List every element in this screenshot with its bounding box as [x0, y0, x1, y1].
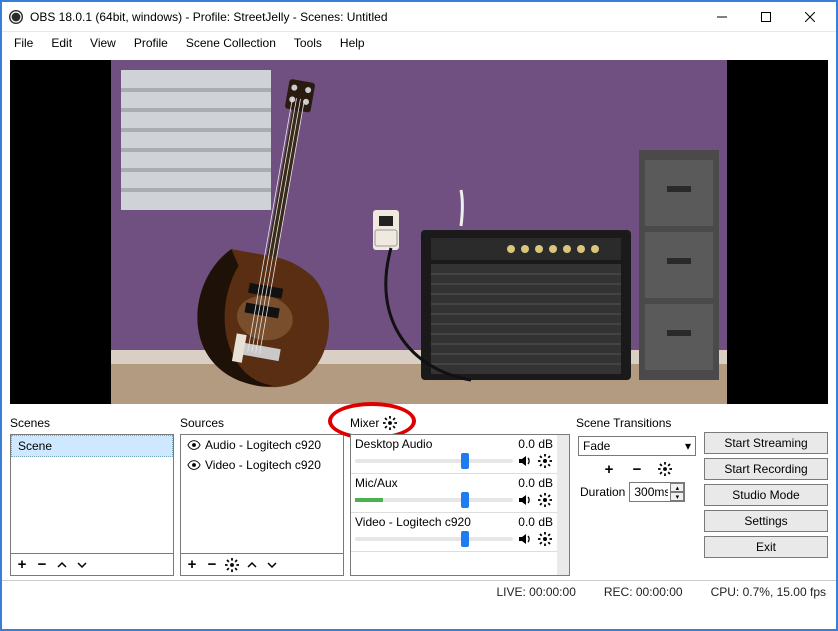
gear-icon[interactable]	[537, 531, 553, 547]
source-move-down-button[interactable]	[265, 558, 279, 572]
source-add-button[interactable]: +	[185, 558, 199, 572]
transition-select[interactable]: Fade ▾	[578, 436, 696, 456]
status-live: LIVE: 00:00:00	[496, 585, 575, 599]
transition-remove-button[interactable]: −	[630, 462, 644, 476]
mixer-panel-label: Mixer	[350, 416, 379, 430]
scene-item-label: Scene	[18, 439, 52, 453]
gear-icon[interactable]	[537, 453, 553, 469]
menubar: File Edit View Profile Scene Collection …	[2, 32, 836, 54]
scene-move-down-button[interactable]	[75, 558, 89, 572]
mixer-channel-name: Video - Logitech c920	[355, 515, 471, 529]
source-item-label: Video - Logitech c920	[205, 458, 321, 472]
source-remove-button[interactable]: −	[205, 558, 219, 572]
menu-file[interactable]: File	[6, 34, 41, 52]
mixer-scrollbar[interactable]	[557, 435, 569, 575]
mixer-channel-db: 0.0 dB	[518, 515, 553, 529]
menu-profile[interactable]: Profile	[126, 34, 176, 52]
transition-duration-label: Duration	[580, 485, 625, 499]
source-item[interactable]: Video - Logitech c920	[181, 455, 343, 475]
menu-view[interactable]: View	[82, 34, 124, 52]
gear-icon[interactable]	[537, 492, 553, 508]
eye-icon[interactable]	[187, 458, 201, 472]
start-recording-button[interactable]: Start Recording	[704, 458, 828, 480]
status-bar: LIVE: 00:00:00 REC: 00:00:00 CPU: 0.7%, …	[2, 580, 836, 602]
exit-button[interactable]: Exit	[704, 536, 828, 558]
scene-item[interactable]: Scene	[11, 435, 173, 457]
preview-area[interactable]	[10, 60, 828, 404]
duration-step-down[interactable]: ▾	[670, 492, 684, 501]
mixer-channel: Mic/Aux 0.0 dB	[351, 474, 557, 513]
source-properties-button[interactable]	[225, 558, 239, 572]
source-move-up-button[interactable]	[245, 558, 259, 572]
mixer-volume-slider[interactable]	[355, 537, 513, 541]
sources-panel-label: Sources	[180, 414, 344, 434]
speaker-icon[interactable]	[517, 531, 533, 547]
scene-add-button[interactable]: +	[15, 558, 29, 572]
mixer-list: Desktop Audio 0.0 dB Mic/Aux 0.0 dB Video …	[350, 434, 570, 576]
speaker-icon[interactable]	[517, 492, 533, 508]
transition-properties-button[interactable]	[658, 462, 672, 476]
status-cpu: CPU: 0.7%, 15.00 fps	[711, 585, 826, 599]
scenes-toolbar: + −	[11, 553, 173, 575]
duration-step-up[interactable]: ▴	[670, 483, 684, 492]
start-streaming-button[interactable]: Start Streaming	[704, 432, 828, 454]
studio-mode-button[interactable]: Studio Mode	[704, 484, 828, 506]
chevron-down-icon: ▾	[685, 439, 691, 453]
obs-app-icon	[8, 9, 24, 25]
source-item[interactable]: Audio - Logitech c920	[181, 435, 343, 455]
sources-toolbar: + −	[181, 553, 343, 575]
preview-video	[111, 60, 727, 404]
status-rec: REC: 00:00:00	[604, 585, 683, 599]
mixer-volume-slider[interactable]	[355, 459, 513, 463]
mixer-settings-button[interactable]	[383, 416, 397, 430]
settings-button[interactable]: Settings	[704, 510, 828, 532]
window-titlebar: OBS 18.0.1 (64bit, windows) - Profile: S…	[2, 2, 836, 32]
transition-selected-value: Fade	[583, 439, 610, 453]
window-minimize-button[interactable]	[700, 2, 744, 32]
window-close-button[interactable]	[788, 2, 832, 32]
menu-edit[interactable]: Edit	[43, 34, 80, 52]
menu-scene-collection[interactable]: Scene Collection	[178, 34, 284, 52]
mixer-channel-name: Mic/Aux	[355, 476, 398, 490]
window-title: OBS 18.0.1 (64bit, windows) - Profile: S…	[30, 10, 700, 24]
mixer-channel: Desktop Audio 0.0 dB	[351, 435, 557, 474]
speaker-icon[interactable]	[517, 453, 533, 469]
eye-icon[interactable]	[187, 438, 201, 452]
scene-remove-button[interactable]: −	[35, 558, 49, 572]
mixer-channel-db: 0.0 dB	[518, 437, 553, 451]
window-maximize-button[interactable]	[744, 2, 788, 32]
mixer-volume-slider[interactable]	[355, 498, 513, 502]
sources-list[interactable]: Audio - Logitech c920 Video - Logitech c…	[180, 434, 344, 576]
scene-move-up-button[interactable]	[55, 558, 69, 572]
mixer-channel-name: Desktop Audio	[355, 437, 432, 451]
transition-add-button[interactable]: +	[602, 462, 616, 476]
source-item-label: Audio - Logitech c920	[205, 438, 321, 452]
menu-tools[interactable]: Tools	[286, 34, 330, 52]
mixer-channel-db: 0.0 dB	[518, 476, 553, 490]
scenes-panel-label: Scenes	[10, 414, 174, 434]
menu-help[interactable]: Help	[332, 34, 373, 52]
transitions-panel-label: Scene Transitions	[576, 414, 698, 434]
controls-panel: Start Streaming Start Recording Studio M…	[704, 414, 828, 576]
scenes-list[interactable]: Scene + −	[10, 434, 174, 576]
mixer-channel: Video - Logitech c920 0.0 dB	[351, 513, 557, 552]
